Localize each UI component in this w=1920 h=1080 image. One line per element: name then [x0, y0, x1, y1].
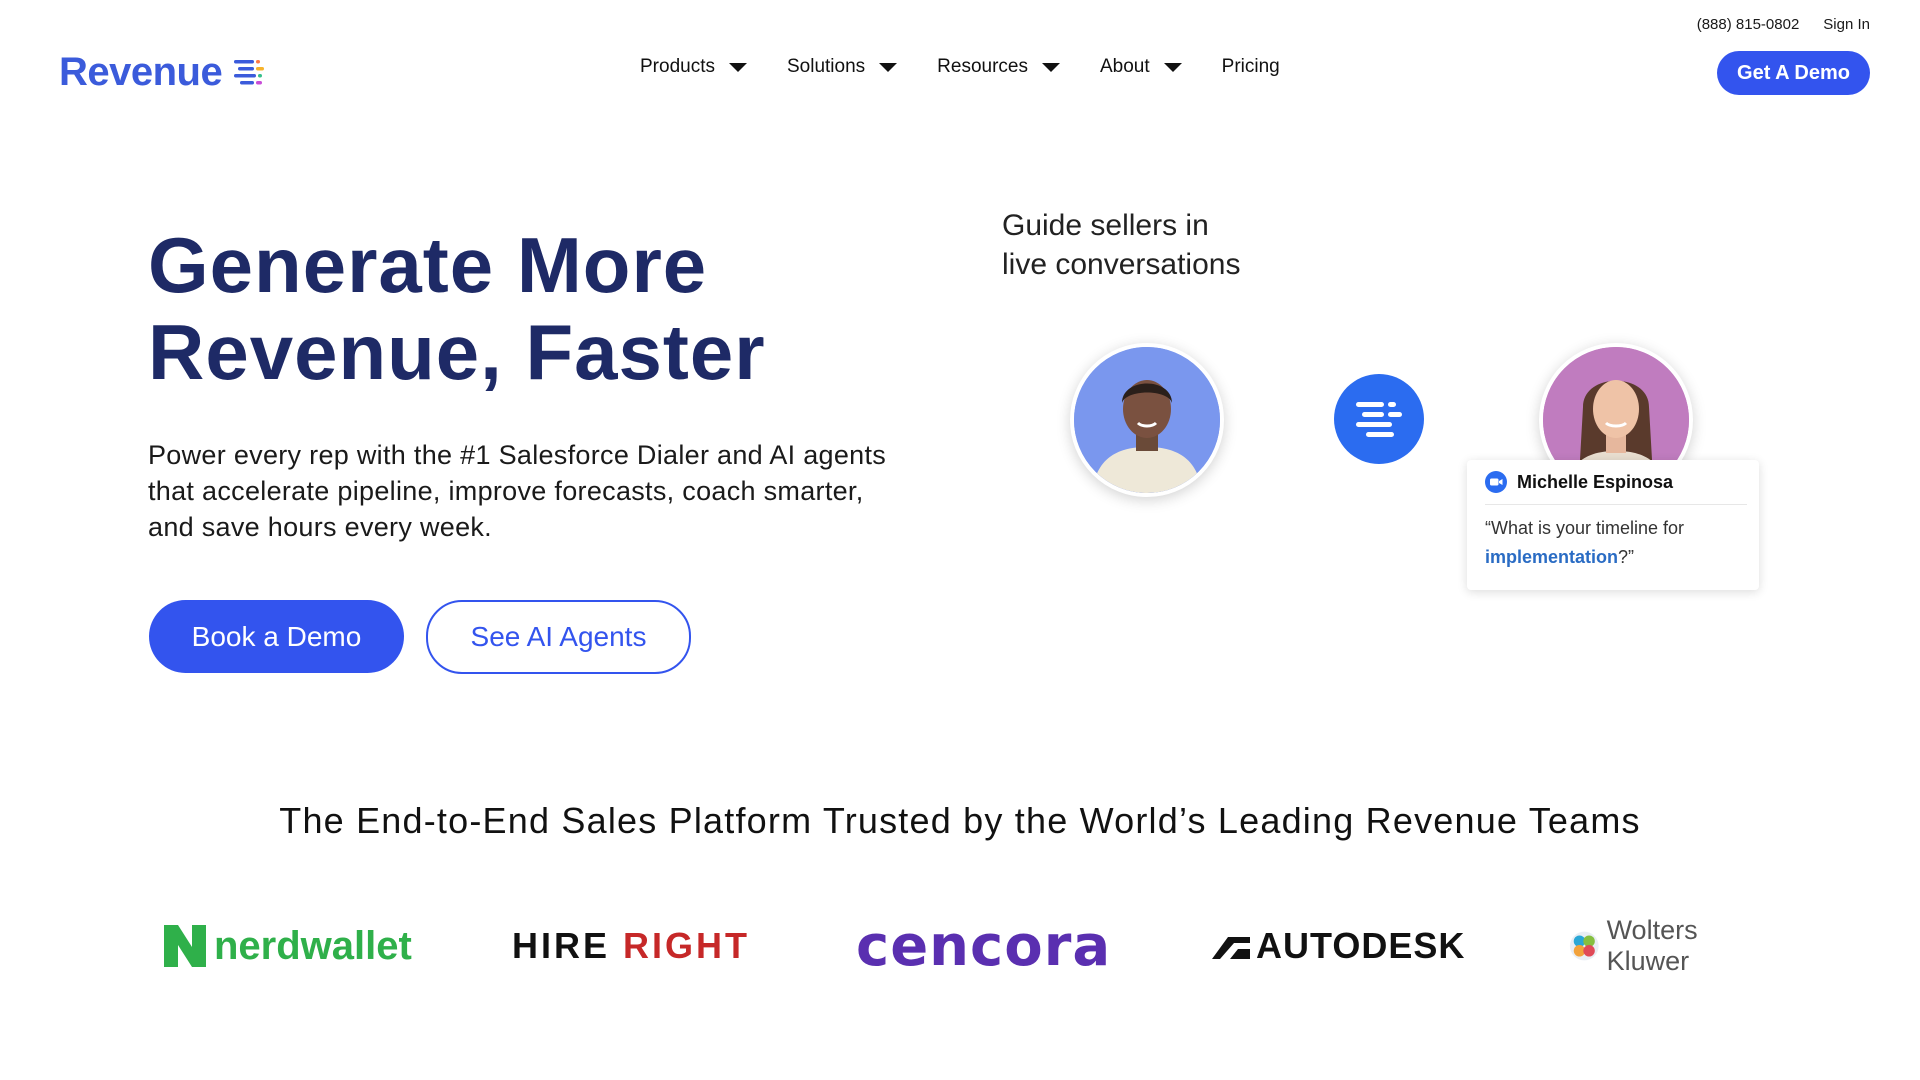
- hireright-part-1: HIRE: [512, 925, 611, 966]
- seller-avatar: [1070, 343, 1224, 497]
- site-logo[interactable]: Revenue: [59, 50, 266, 95]
- quote-highlight: implementation: [1485, 547, 1619, 567]
- logo-wolters-kluwer: Wolters Kluwer: [1568, 866, 1780, 1026]
- card-quote: “What is your timeline for implementatio…: [1485, 514, 1745, 572]
- utility-bar: (888) 815-0802 Sign In: [1697, 16, 1870, 33]
- nav-label: About: [1099, 56, 1150, 77]
- autodesk-wordmark: AUTODESK: [1256, 925, 1466, 966]
- logo-wordmark: Revenue: [59, 50, 223, 94]
- phone-link[interactable]: (888) 815-0802: [1697, 16, 1800, 33]
- caption-line-2: live conversations: [1002, 248, 1241, 281]
- card-header: Michelle Espinosa: [1485, 471, 1673, 493]
- revenue-logo-icon: [234, 59, 265, 84]
- card-contact-name: Michelle Espinosa: [1517, 471, 1674, 492]
- chevron-down-icon: [728, 62, 747, 72]
- nerdwallet-wordmark: nerdwallet: [214, 923, 412, 968]
- hero-headline: Generate More Revenue, Faster: [148, 222, 766, 396]
- autodesk-logo-icon: [1212, 937, 1250, 959]
- card-divider: [1485, 504, 1747, 505]
- main-nav: Products Solutions Resources About Prici…: [640, 56, 1280, 78]
- hero-subtext: Power every rep with the #1 Salesforce D…: [148, 440, 887, 542]
- nav-about[interactable]: About: [1100, 56, 1182, 78]
- logo-autodesk: AUTODESK: [1212, 866, 1465, 1026]
- cencora-wordmark: cencora: [856, 913, 1112, 979]
- nav-label: Pricing: [1221, 56, 1280, 77]
- trusted-heading: The End-to-End Sales Platform Trusted by…: [279, 800, 1641, 841]
- logo-cencora: cencora: [856, 866, 1111, 1026]
- get-demo-button[interactable]: Get A Demo: [1717, 51, 1870, 95]
- chevron-down-icon: [1163, 62, 1182, 72]
- quote-end: ?”: [1618, 547, 1635, 567]
- nav-label: Resources: [937, 56, 1028, 77]
- caption-line-1: Guide sellers in: [1002, 209, 1209, 242]
- nav-solutions[interactable]: Solutions: [786, 56, 898, 78]
- headline-line-2: Revenue, Faster: [148, 308, 766, 396]
- chevron-down-icon: [1041, 62, 1060, 72]
- revenue-bubble-icon: [1334, 374, 1424, 464]
- logo-nerdwallet: nerdwallet: [164, 866, 412, 1026]
- customer-logos: nerdwallet HIRE RIGHT cencora AUTODESK W…: [150, 866, 1780, 1026]
- logo-hireright: HIRE RIGHT: [512, 866, 750, 1026]
- headline-line-1: Generate More: [148, 221, 708, 309]
- wolters-kluwer-logo-icon: [1569, 931, 1599, 961]
- wolters-kluwer-wordmark: Wolters Kluwer: [1606, 915, 1698, 976]
- nav-products[interactable]: Products: [640, 56, 747, 78]
- hireright-part-2: RIGHT: [623, 925, 751, 966]
- conversation-card: Michelle Espinosa “What is your timeline…: [1467, 460, 1759, 590]
- see-ai-agents-button[interactable]: See AI Agents: [426, 600, 691, 674]
- illustration-caption: Guide sellers in live conversations: [1002, 206, 1302, 284]
- sign-in-link[interactable]: Sign In: [1823, 16, 1870, 33]
- quote-start: “What is your timeline for: [1485, 518, 1685, 538]
- seller-portrait: [1074, 347, 1220, 493]
- chevron-down-icon: [879, 62, 898, 72]
- nav-label: Solutions: [786, 56, 866, 77]
- video-call-icon: [1485, 471, 1507, 493]
- hireright-wordmark: HIRE RIGHT: [512, 925, 750, 967]
- nav-resources[interactable]: Resources: [937, 56, 1060, 78]
- nav-label: Products: [640, 56, 715, 77]
- nerdwallet-logo-icon: [164, 925, 206, 967]
- nav-pricing[interactable]: Pricing: [1222, 56, 1280, 78]
- book-demo-button[interactable]: Book a Demo: [149, 600, 404, 673]
